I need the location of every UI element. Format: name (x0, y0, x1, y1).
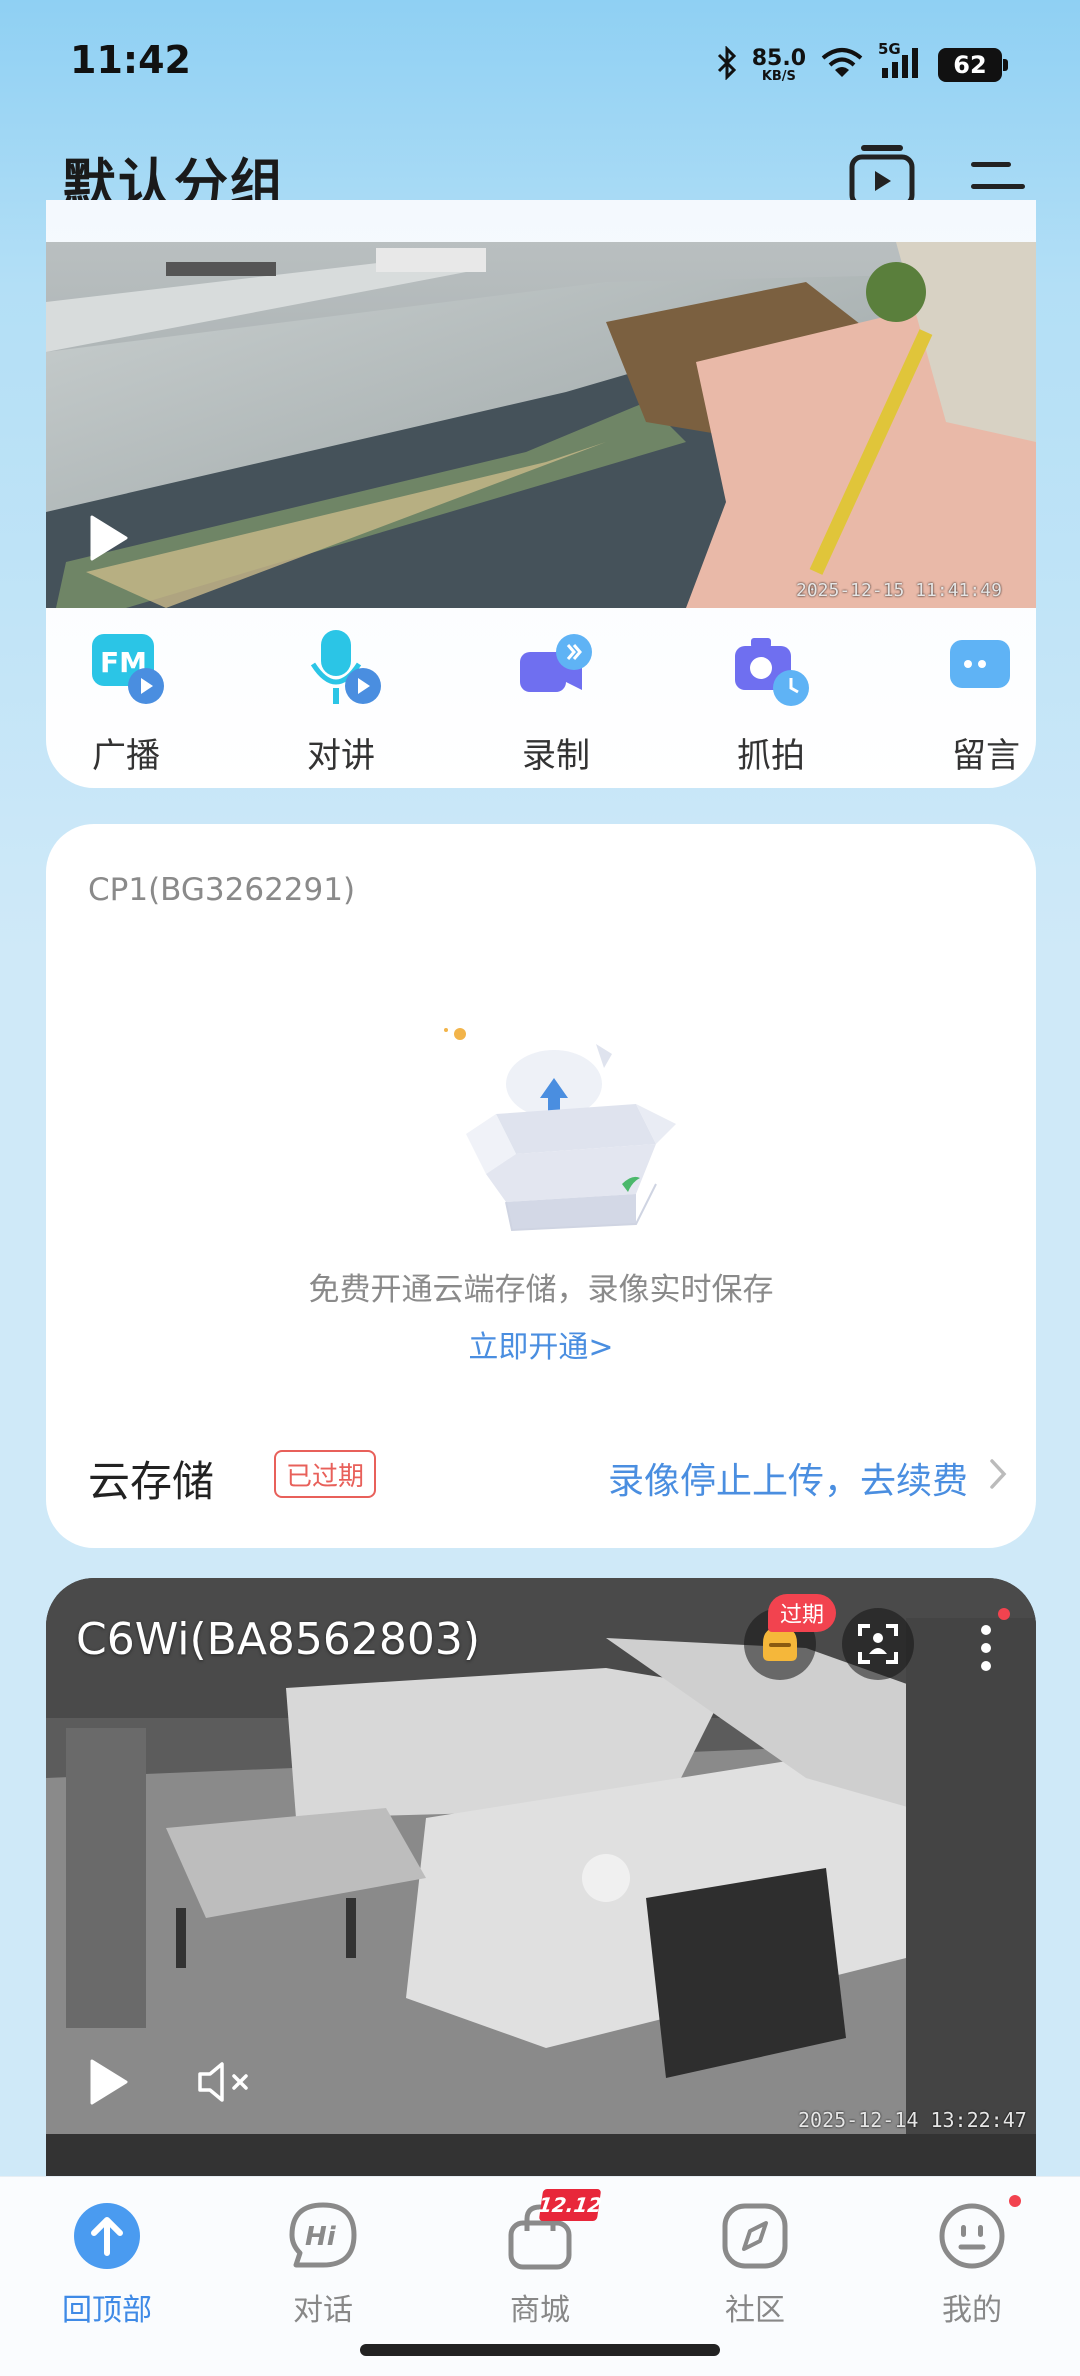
nav-label: 回顶部 (62, 2293, 152, 2328)
network-speed: 85.0 KB/S (751, 45, 806, 84)
activate-now-link[interactable]: 立即开通> (46, 1322, 1036, 1366)
message-action[interactable]: 留言 (916, 630, 1036, 780)
cloud-storage-title: 云存储 (88, 1457, 215, 1506)
snapshot-action[interactable]: 抓拍 (701, 630, 841, 780)
intercom-action[interactable]: 对讲 (271, 630, 411, 780)
menu-button[interactable] (964, 146, 1034, 206)
nav-community[interactable]: 社区 (690, 2201, 820, 2331)
qa-label: 录制 (522, 736, 590, 776)
camera2-play-button[interactable] (78, 2052, 138, 2112)
mute-button[interactable] (186, 2052, 266, 2112)
bluetooth-icon (716, 45, 738, 84)
menu-icon (971, 162, 1025, 189)
svg-text:Hi: Hi (305, 2222, 337, 2252)
record-action[interactable]: 录制 (486, 630, 626, 780)
cloud-status-row[interactable]: 云存储 已过期 录像停止上传，去续费 (88, 1444, 1018, 1506)
camera-card-1: 2025-12-15 11:41:49 FM 广播 对讲 录制 抓拍 留言 (46, 200, 1036, 788)
nav-label: 我的 (942, 2293, 1002, 2328)
camera1-timestamp: 2025-12-15 11:41:49 (796, 580, 1002, 601)
back-to-top-icon (72, 2201, 142, 2271)
record-icon (516, 630, 596, 710)
quick-actions-bar: FM 广播 对讲 录制 抓拍 留言 (46, 620, 1036, 788)
play-icon (90, 515, 128, 561)
wifi-icon (820, 46, 864, 84)
ai-expired-tag: 过期 (768, 1594, 837, 1632)
camera-card-2: 2025-12-14 13:22:47 C6Wi(BA8562803) 过期 (46, 1578, 1036, 2178)
profile-notification-dot (1009, 2195, 1021, 2207)
nav-shop[interactable]: 12.12 商城 (475, 2189, 605, 2331)
camera2-timestamp: 2025-12-14 13:22:47 (798, 2108, 1027, 2132)
renew-link[interactable]: 录像停止上传，去续费 (608, 1452, 968, 1504)
home-indicator[interactable] (360, 2344, 720, 2356)
more-vertical-icon (981, 1625, 991, 1671)
broadcast-action[interactable]: FM 广播 (56, 630, 196, 780)
qa-label: 对讲 (307, 736, 375, 776)
camera2-title: C6Wi(BA8562803) (76, 1614, 481, 1665)
qa-label: 抓拍 (737, 736, 805, 776)
nav-chat[interactable]: Hi 对话 (258, 2201, 388, 2331)
nav-label: 对话 (293, 2293, 353, 2328)
status-time: 11:42 (70, 38, 191, 82)
nav-label: 商城 (510, 2293, 570, 2328)
qa-label: 留言 (952, 736, 1020, 776)
battery-indicator: 62 (938, 48, 1008, 82)
qa-label: 广播 (92, 736, 160, 776)
speaker-muted-icon (198, 2062, 248, 2102)
nav-profile[interactable]: 我的 (907, 2195, 1037, 2331)
profile-icon (937, 2201, 1007, 2271)
nav-back-to-top[interactable]: 回顶部 (42, 2201, 172, 2331)
cloud-storage-card: CP1(BG3262291) 免费开通云端存储，录像实时保存 立即开通> 云存储… (46, 824, 1036, 1548)
play-icon (90, 2059, 128, 2105)
chat-icon: Hi (288, 2201, 358, 2271)
status-bar: 11:42 85.0 KB/S 5G 62 (0, 0, 1080, 130)
face-scan-button[interactable] (842, 1608, 914, 1680)
snapshot-icon (731, 630, 811, 710)
fm-broadcast-icon: FM (86, 630, 166, 710)
camera1-play-button[interactable] (78, 508, 138, 568)
promo-badge: 12.12 (537, 2189, 603, 2221)
device-name: CP1(BG3262291) (88, 872, 356, 908)
chevron-right-icon (978, 1452, 1018, 1496)
expired-badge: 已过期 (274, 1450, 377, 1498)
message-icon (946, 630, 1026, 710)
status-icons: 85.0 KB/S 5G 62 (716, 40, 1008, 88)
more-options-button[interactable] (966, 1612, 1006, 1684)
nav-label: 社区 (725, 2293, 785, 2328)
intercom-icon (301, 630, 381, 710)
community-icon (720, 2201, 790, 2271)
face-scan-icon (858, 1624, 898, 1664)
cellular-signal-icon: 5G (878, 40, 924, 84)
cloud-box-icon (436, 1024, 696, 1244)
cloud-promo-text: 免费开通云端存储，录像实时保存 (308, 1272, 774, 1308)
notification-dot (998, 1608, 1010, 1620)
camera-video-preview-1[interactable]: 2025-12-15 11:41:49 (46, 242, 1036, 608)
